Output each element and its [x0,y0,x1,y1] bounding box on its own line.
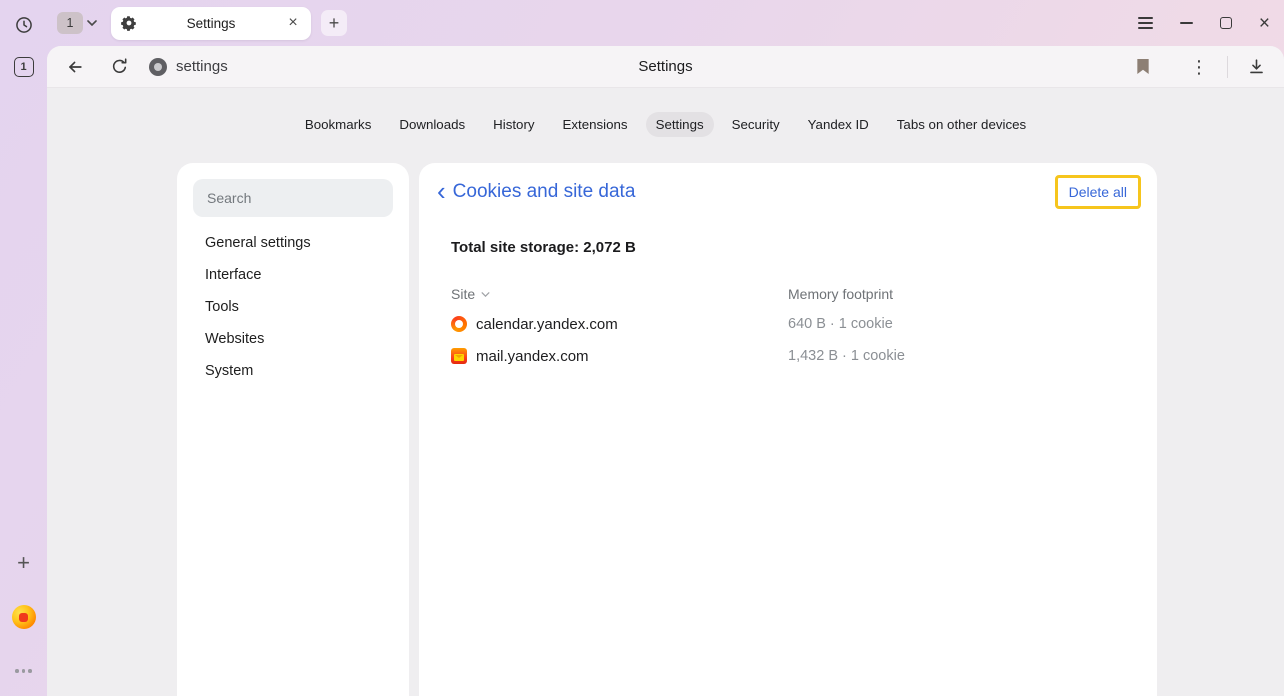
panel-title: Cookies and site data [453,181,636,203]
window-titlebar: 1 Settings × + × [47,0,1284,46]
browser-page: settings Settings ⋮ Bookmarks Downloads … [47,46,1284,696]
total-site-storage: Total site storage: 2,072 B [451,239,1125,256]
toolbar-more-button[interactable]: ⋮ [1183,51,1215,83]
close-window-button[interactable]: × [1259,14,1270,33]
nav-item-bookmarks[interactable]: Bookmarks [295,112,382,137]
cookie-site-row[interactable]: mail.yandex.com 1,432 B · 1 cookie [451,340,1125,372]
tab-count-badge: 1 [57,12,83,34]
cookies-panel-card: ‹ Cookies and site data Delete all Total… [419,163,1157,696]
reload-button[interactable] [103,51,135,83]
tab-panel-button[interactable]: 1 [9,52,39,82]
history-clock-button[interactable] [9,10,39,40]
nav-item-settings[interactable]: Settings [646,112,714,137]
chevron-left-icon: ‹ [437,178,446,204]
address-bar[interactable]: settings [149,58,228,76]
back-arrow-icon [65,57,85,77]
clock-icon [14,15,34,35]
yandex-app-icon [12,605,36,629]
site-column-header[interactable]: Site [451,286,788,302]
rail-more-button[interactable] [9,656,39,686]
mail-favicon-icon [451,348,467,364]
cookies-table-header: Site Memory footprint [451,280,1125,308]
cookies-table: Site Memory footprint calendar.yandex.co… [451,280,1125,372]
bookmark-button[interactable] [1127,51,1159,83]
nav-item-tabs-other-devices[interactable]: Tabs on other devices [887,112,1036,137]
nav-item-yandex-id[interactable]: Yandex ID [798,112,879,137]
settings-sidebar-card: General settings Interface Tools Website… [177,163,409,696]
back-button[interactable] [59,51,91,83]
menu-button[interactable] [1138,17,1153,29]
rail-bottom: + [9,548,39,686]
nav-item-history[interactable]: History [483,112,544,137]
memory-column-header: Memory footprint [788,286,1125,302]
calendar-favicon-icon [451,316,467,332]
site-name: calendar.yandex.com [476,316,618,333]
site-header-label: Site [451,286,475,302]
settings-menu: General settings Interface Tools Website… [193,227,393,387]
maximize-icon [1220,17,1232,29]
minimize-button[interactable] [1180,22,1193,24]
gear-icon [121,15,137,31]
sidebar-item-websites[interactable]: Websites [193,323,393,355]
toolbar-divider [1227,56,1228,78]
settings-content: Bookmarks Downloads History Extensions S… [47,88,1284,696]
sidebar-rail: 1 + [0,0,47,696]
memory-cell: 640 B · 1 cookie [788,316,1125,332]
delete-all-button[interactable]: Delete all [1055,175,1141,209]
download-icon [1247,57,1266,76]
browser-tab-settings[interactable]: Settings × [111,7,311,40]
cookies-panel-header: ‹ Cookies and site data Delete all [419,163,1157,209]
site-cell: mail.yandex.com [451,348,788,365]
back-to-settings[interactable]: ‹ Cookies and site data [437,181,635,204]
nav-item-downloads[interactable]: Downloads [389,112,475,137]
browser-toolbar: settings Settings ⋮ [47,46,1284,88]
site-cell: calendar.yandex.com [451,316,788,333]
nav-item-security[interactable]: Security [722,112,790,137]
sidebar-item-system[interactable]: System [193,355,393,387]
sidebar-item-interface[interactable]: Interface [193,259,393,291]
tab-counter[interactable]: 1 [57,12,97,34]
sidebar-item-tools[interactable]: Tools [193,291,393,323]
maximize-button[interactable] [1220,17,1232,29]
site-name: mail.yandex.com [476,348,589,365]
tab-panel-icon: 1 [14,57,34,77]
minimize-icon [1180,22,1193,24]
chevron-down-icon [87,20,97,26]
sidebar-item-general-settings[interactable]: General settings [193,227,393,259]
more-horizontal-icon [15,669,32,673]
window-controls: × [1138,14,1284,33]
sort-chevron-icon [481,292,490,297]
more-vertical-icon: ⋮ [1190,58,1208,76]
reload-icon [110,57,129,76]
site-favicon [149,58,167,76]
new-tab-button[interactable]: + [321,10,347,36]
toolbar-right: ⋮ [1127,51,1272,83]
bookmark-icon [1136,58,1150,75]
cookie-site-row[interactable]: calendar.yandex.com 640 B · 1 cookie [451,308,1125,340]
rail-add-button[interactable]: + [9,548,39,578]
page-title: Settings [638,58,692,75]
yandex-app-button[interactable] [9,602,39,632]
downloads-button[interactable] [1240,51,1272,83]
tab-title: Settings [145,16,277,31]
hamburger-icon [1138,17,1153,29]
search-input[interactable] [193,179,393,217]
settings-topnav: Bookmarks Downloads History Extensions S… [47,112,1284,137]
nav-item-extensions[interactable]: Extensions [553,112,638,137]
tab-close-button[interactable]: × [285,15,301,31]
memory-cell: 1,432 B · 1 cookie [788,348,1125,364]
url-text: settings [176,58,228,75]
